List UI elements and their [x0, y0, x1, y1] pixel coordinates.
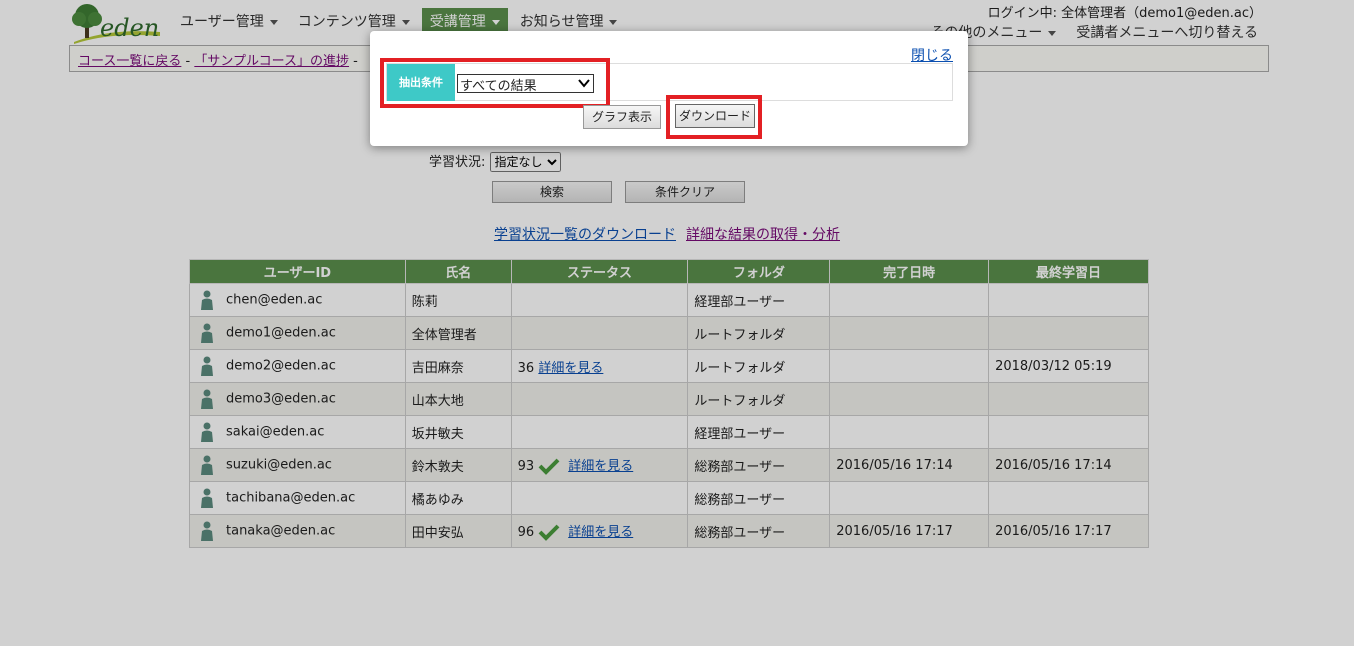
download-dialog: 閉じる 抽出条件 すべての結果 グラフ表示 ダウンロード: [370, 31, 968, 146]
download-button[interactable]: ダウンロード: [675, 104, 755, 128]
graph-view-button[interactable]: グラフ表示: [583, 105, 661, 129]
highlight-condition: [380, 58, 610, 108]
close-dialog-link[interactable]: 閉じる: [911, 45, 953, 65]
